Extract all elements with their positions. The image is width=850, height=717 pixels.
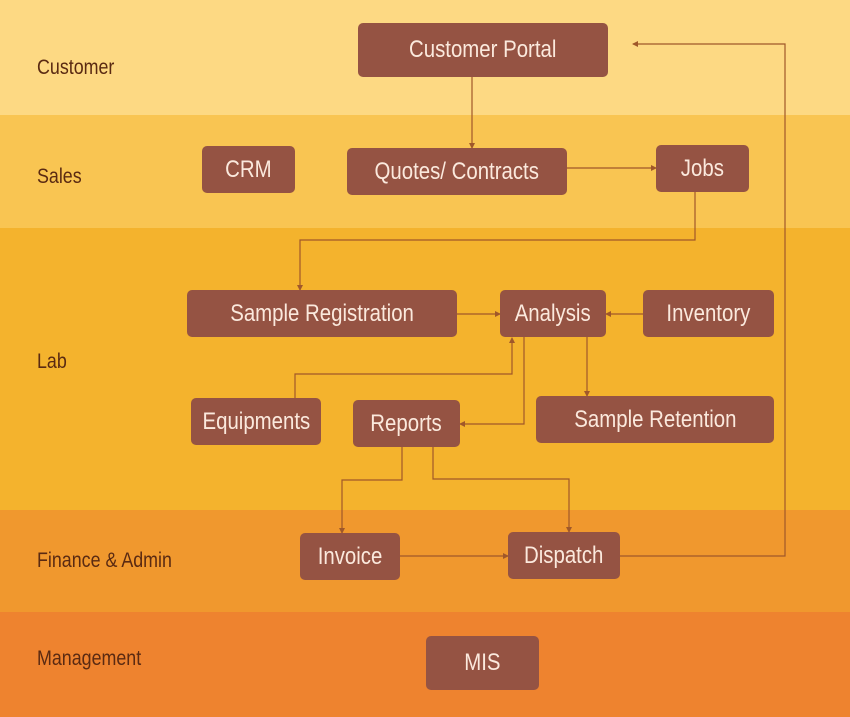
node-mis[interactable]: MIS	[426, 636, 539, 690]
node-inventory[interactable]: Inventory	[643, 290, 774, 337]
node-customer-portal[interactable]: Customer Portal	[358, 23, 608, 77]
node-crm[interactable]: CRM	[202, 146, 295, 193]
lane-label-management: Management	[37, 647, 142, 670]
node-quotes-contracts[interactable]: Quotes/ Contracts	[347, 148, 567, 195]
node-dispatch[interactable]: Dispatch	[508, 532, 620, 579]
node-sample-retention[interactable]: Sample Retention	[536, 396, 774, 443]
lane-lab: Lab	[0, 228, 850, 510]
lane-label-finance-admin: Finance & Admin	[37, 549, 172, 572]
lane-label-customer: Customer	[37, 56, 115, 79]
node-equipments[interactable]: Equipments	[191, 398, 321, 445]
node-reports[interactable]: Reports	[353, 400, 460, 447]
lane-management: Management	[0, 612, 850, 717]
node-analysis[interactable]: Analysis	[500, 290, 606, 337]
lane-label-lab: Lab	[37, 350, 67, 373]
node-invoice[interactable]: Invoice	[300, 533, 400, 580]
lane-finance-admin: Finance & Admin	[0, 510, 850, 612]
lane-label-sales: Sales	[37, 165, 82, 188]
node-jobs[interactable]: Jobs	[656, 145, 749, 192]
node-sample-registration[interactable]: Sample Registration	[187, 290, 457, 337]
